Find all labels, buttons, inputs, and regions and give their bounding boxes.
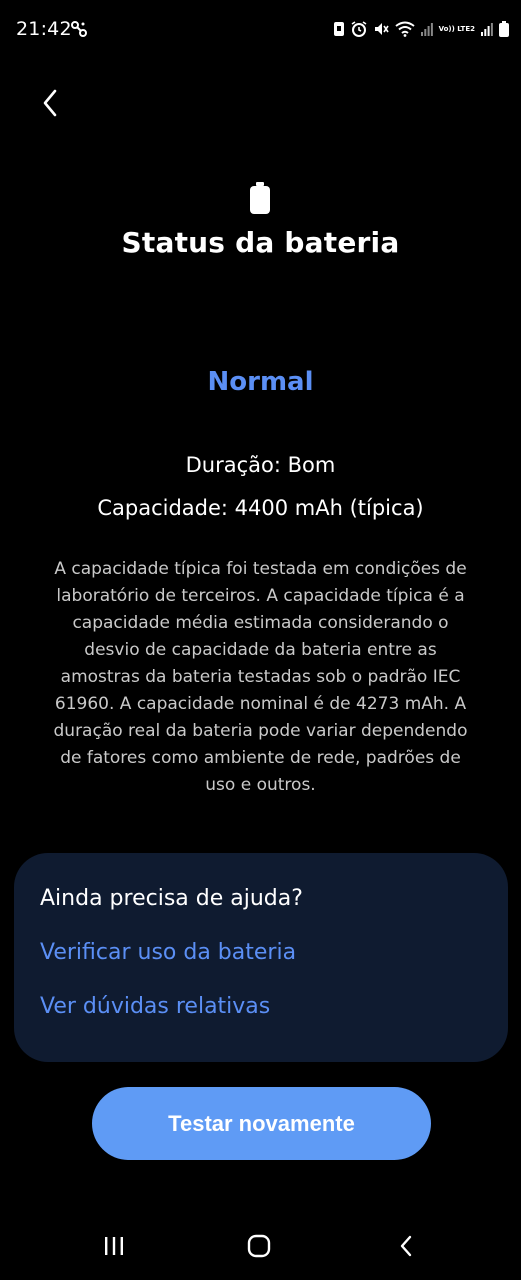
signal-icon-2 xyxy=(481,22,493,36)
wifi-icon xyxy=(394,21,415,37)
home-icon xyxy=(246,1233,272,1263)
home-button[interactable] xyxy=(239,1228,279,1268)
back-button[interactable] xyxy=(28,80,72,130)
check-battery-usage-link[interactable]: Verificar uso da bateria xyxy=(40,940,296,965)
battery-duration: Duração: Bom xyxy=(185,453,336,477)
status-bar: 21:42 Vo)) LTE2 xyxy=(0,0,521,60)
battery-capacity: Capacidade: 4400 mAh (típica) xyxy=(97,496,424,520)
help-card: Ainda precisa de ajuda? Verificar uso da… xyxy=(14,853,508,1062)
recent-apps-icon xyxy=(102,1235,126,1261)
page-title: Status da bateria xyxy=(121,226,400,259)
battery-status-value: Normal xyxy=(207,367,314,397)
recent-apps-button[interactable] xyxy=(94,1228,134,1268)
nfc-icon xyxy=(333,21,345,37)
test-again-button[interactable]: Testar novamente xyxy=(92,1087,431,1160)
help-title: Ainda precisa de ajuda? xyxy=(40,886,303,911)
status-icons: Vo)) LTE2 xyxy=(333,18,509,40)
link-icon xyxy=(70,20,88,38)
network-label: Vo)) LTE2 xyxy=(438,25,475,33)
back-icon xyxy=(398,1234,414,1262)
chevron-left-icon xyxy=(40,88,60,122)
related-questions-link[interactable]: Ver dúvidas relativas xyxy=(40,994,270,1019)
battery-icon xyxy=(248,180,272,216)
alarm-icon xyxy=(351,21,367,37)
battery-status-icon xyxy=(499,21,509,37)
navigation-bar xyxy=(0,1210,521,1280)
mute-icon xyxy=(373,21,389,37)
status-time: 21:42 xyxy=(16,18,72,40)
capacity-description: A capacidade típica foi testada em condi… xyxy=(53,559,468,795)
signal-icon xyxy=(420,22,433,36)
nav-back-button[interactable] xyxy=(386,1228,426,1268)
